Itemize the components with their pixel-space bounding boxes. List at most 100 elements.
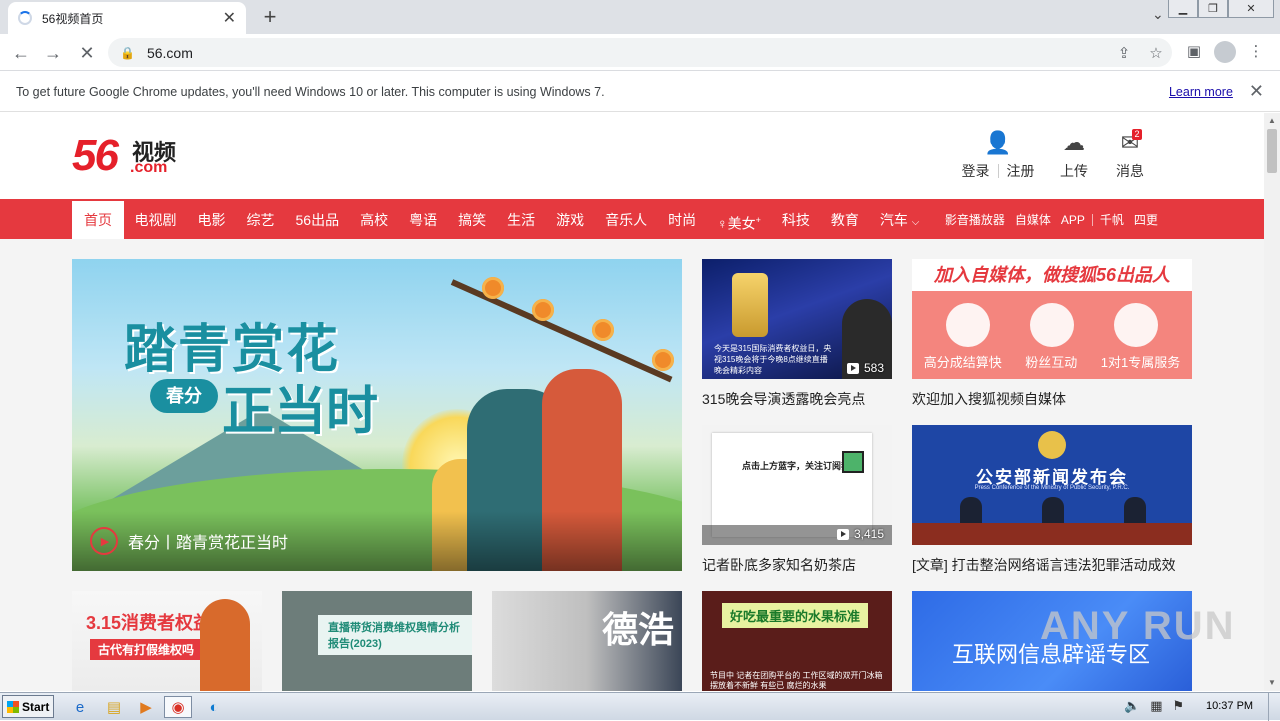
users-icon [1114, 303, 1158, 347]
promo-card[interactable]: 加入自媒体，做搜狐56出品人 高分成结算快 粉丝互动 1对1专属服务 欢迎加入搜… [912, 259, 1192, 409]
article-title[interactable]: [文章] 打击整治网络谣言违法犯罪活动成效 [912, 555, 1192, 575]
nav-self-media[interactable]: 自媒体 [1010, 201, 1056, 239]
edge-icon[interactable]: ◐ [200, 696, 228, 718]
hero-title-line2: 正当时 [222, 383, 379, 441]
chevron-down-icon: ⌵ [911, 217, 920, 228]
menu-kebab-icon[interactable]: ⋮ [1244, 42, 1268, 60]
promo-thumbnail[interactable]: 加入自媒体，做搜狐56出品人 高分成结算快 粉丝互动 1对1专属服务 [912, 259, 1192, 379]
play-icon[interactable]: ▶ [90, 527, 118, 555]
nav-sigeng[interactable]: 四更 [1129, 201, 1163, 239]
close-infobar-icon[interactable]: ✕ [1249, 81, 1264, 102]
page-scrollbar[interactable]: ▲ ▼ [1264, 113, 1280, 691]
promo-title[interactable]: 欢迎加入搜狐视频自媒体 [912, 389, 1192, 409]
nav-qianfan[interactable]: 千帆 [1095, 201, 1129, 239]
hero-banner[interactable]: 踏青赏花 春分 正当时 ▶ 春分丨踏青赏花正当时 [72, 259, 682, 571]
messages-button[interactable]: ✉ 2 消息 [1102, 129, 1158, 185]
hero-caption[interactable]: 春分丨踏青赏花正当时 [128, 529, 288, 553]
stop-loading-icon[interactable]: ✕ [74, 40, 100, 66]
video-thumbnail[interactable]: 德浩 [492, 591, 682, 691]
chrome-taskbar-icon[interactable]: ◉ [164, 696, 192, 718]
browser-tab[interactable]: 56视频首页 ✕ [8, 2, 246, 34]
login-link[interactable]: 登录 [962, 161, 990, 181]
site-logo[interactable]: 56 视频 .com [72, 133, 192, 179]
play-count-value: 583 [863, 361, 884, 375]
nav-item-56-originals[interactable]: 56出品 [285, 201, 350, 239]
nav-divider [1091, 214, 1093, 226]
url-text[interactable]: 56.com [147, 45, 1108, 61]
volume-icon[interactable]: 🔈 [1124, 698, 1140, 714]
video-card[interactable]: 点击上方蓝字，关注订阅我们 3,415 记者卧底多家知名奶茶店 [702, 425, 892, 575]
nav-item-auto[interactable]: 汽车 ⌵ [869, 201, 929, 239]
restore-button[interactable]: ❐ [1198, 0, 1228, 18]
minimize-button[interactable]: ▁ [1168, 0, 1198, 18]
register-link[interactable]: 注册 [1007, 161, 1035, 181]
video-thumbnail[interactable]: 3.15消费者权益日 古代有打假维权吗 [72, 591, 262, 691]
action-center-flag-icon[interactable]: ⚑ [1172, 698, 1184, 714]
nav-item-tv[interactable]: 电视剧 [124, 201, 187, 239]
taskbar-clock[interactable]: 10:37 PM [1206, 700, 1253, 712]
nav-player[interactable]: 影音播放器 [940, 201, 1010, 239]
user-icon[interactable]: 👤 [984, 129, 1011, 157]
windows-logo-icon [7, 700, 19, 713]
show-desktop-button[interactable] [1268, 693, 1280, 721]
profile-avatar-icon[interactable] [1214, 41, 1236, 63]
video-thumbnail[interactable]: 好吃最重要的水果标准 节目中 记者在团购平台的 工作区域的双开门冰箱 摆放着不新… [702, 591, 892, 691]
nav-item-education[interactable]: 教育 [820, 201, 869, 239]
article-thumbnail[interactable]: 公安部新闻发布会 Press Conference of the Ministr… [912, 425, 1192, 545]
video-thumbnail[interactable]: 今天是315国际消费者权益日，央视315晚会将于今晚8点继续直播晚会精彩内容 5… [702, 259, 892, 379]
loading-spinner-icon [18, 11, 32, 25]
nav-item-fashion[interactable]: 时尚 [658, 201, 707, 239]
thumbnail-caption: 今天是315国际消费者权益日，央视315晚会将于今晚8点继续直播晚会精彩内容 [714, 344, 832, 375]
tab-title: 56视频首页 [42, 11, 104, 26]
site-header: 56 视频 .com 👤 登录 注册 ☁ 上传 ✉ 2 消息 [0, 113, 1264, 199]
main-nav: 首页 电视剧 电影 综艺 56出品 高校 粤语 搞笑 生活 游戏 音乐人 时尚 … [0, 199, 1264, 239]
nav-item-games[interactable]: 游戏 [546, 201, 595, 239]
scroll-thumb[interactable] [1267, 129, 1277, 173]
nav-app[interactable]: APP [1056, 201, 1090, 239]
lock-icon[interactable]: 🔒 [120, 46, 135, 60]
start-button[interactable]: Start [2, 695, 54, 718]
nav-item-home[interactable]: 首页 [72, 201, 124, 239]
video-title[interactable]: 记者卧底多家知名奶茶店 [702, 555, 892, 575]
file-explorer-icon[interactable]: ▤ [100, 696, 128, 718]
browser-toolbar: ← → ✕ 🔒 56.com ⇪ ☆ ▣ ⋮ [0, 34, 1280, 71]
nav-item-college[interactable]: 高校 [350, 201, 399, 239]
logo-number: 56 [72, 131, 119, 180]
article-card[interactable]: 公安部新闻发布会 Press Conference of the Ministr… [912, 425, 1192, 575]
messages-label: 消息 [1116, 163, 1144, 179]
promo-label: 1对1专属服务 [1100, 355, 1181, 370]
nav-item-movie[interactable]: 电影 [187, 201, 236, 239]
divider [997, 164, 999, 178]
video-card[interactable]: 今天是315国际消费者权益日，央视315晚会将于今晚8点继续直播晚会精彩内容 5… [702, 259, 892, 409]
nav-item-life[interactable]: 生活 [497, 201, 546, 239]
bookmark-star-icon[interactable]: ☆ [1140, 44, 1172, 62]
close-window-button[interactable]: ✕ [1228, 0, 1274, 18]
learn-more-link[interactable]: Learn more [1169, 85, 1233, 99]
address-bar[interactable]: 🔒 56.com ⇪ ☆ [108, 38, 1172, 67]
close-tab-icon[interactable]: ✕ [223, 8, 236, 28]
upload-button[interactable]: ☁ 上传 [1046, 129, 1102, 185]
back-arrow-icon[interactable]: ← [8, 40, 34, 66]
internet-explorer-icon[interactable]: e [66, 696, 94, 718]
nav-item-musician[interactable]: 音乐人 [595, 201, 658, 239]
media-player-icon[interactable]: ▶ [132, 696, 160, 718]
scroll-up-arrow-icon[interactable]: ▲ [1264, 113, 1280, 129]
scroll-down-arrow-icon[interactable]: ▼ [1264, 675, 1280, 691]
new-tab-button[interactable]: + [258, 4, 282, 30]
tab-search-chevron-icon[interactable]: ⌄ [1152, 6, 1164, 23]
nav-item-variety[interactable]: 综艺 [236, 201, 285, 239]
nav-item-funny[interactable]: 搞笑 [448, 201, 497, 239]
video-thumbnail[interactable]: 直播带货消费维权舆情分析报告(2023) [282, 591, 472, 691]
share-icon[interactable]: ⇪ [1108, 44, 1140, 62]
network-icon[interactable]: ▦ [1150, 698, 1162, 714]
forward-arrow-icon[interactable]: → [40, 40, 66, 66]
video-title[interactable]: 315晚会导演透露晚会亮点 [702, 389, 892, 409]
side-panel-icon[interactable]: ▣ [1182, 42, 1206, 60]
header-actions: 👤 登录 注册 ☁ 上传 ✉ 2 消息 [950, 129, 1158, 185]
system-tray: 🔈 ▦ ⚑ [1124, 698, 1194, 714]
nav-item-cantonese[interactable]: 粤语 [399, 201, 448, 239]
nav-item-beauty[interactable]: ♀美女+ [707, 201, 772, 239]
video-thumbnail[interactable]: 点击上方蓝字，关注订阅我们 3,415 [702, 425, 892, 545]
presenter-figure [200, 599, 250, 691]
nav-item-tech[interactable]: 科技 [771, 201, 820, 239]
